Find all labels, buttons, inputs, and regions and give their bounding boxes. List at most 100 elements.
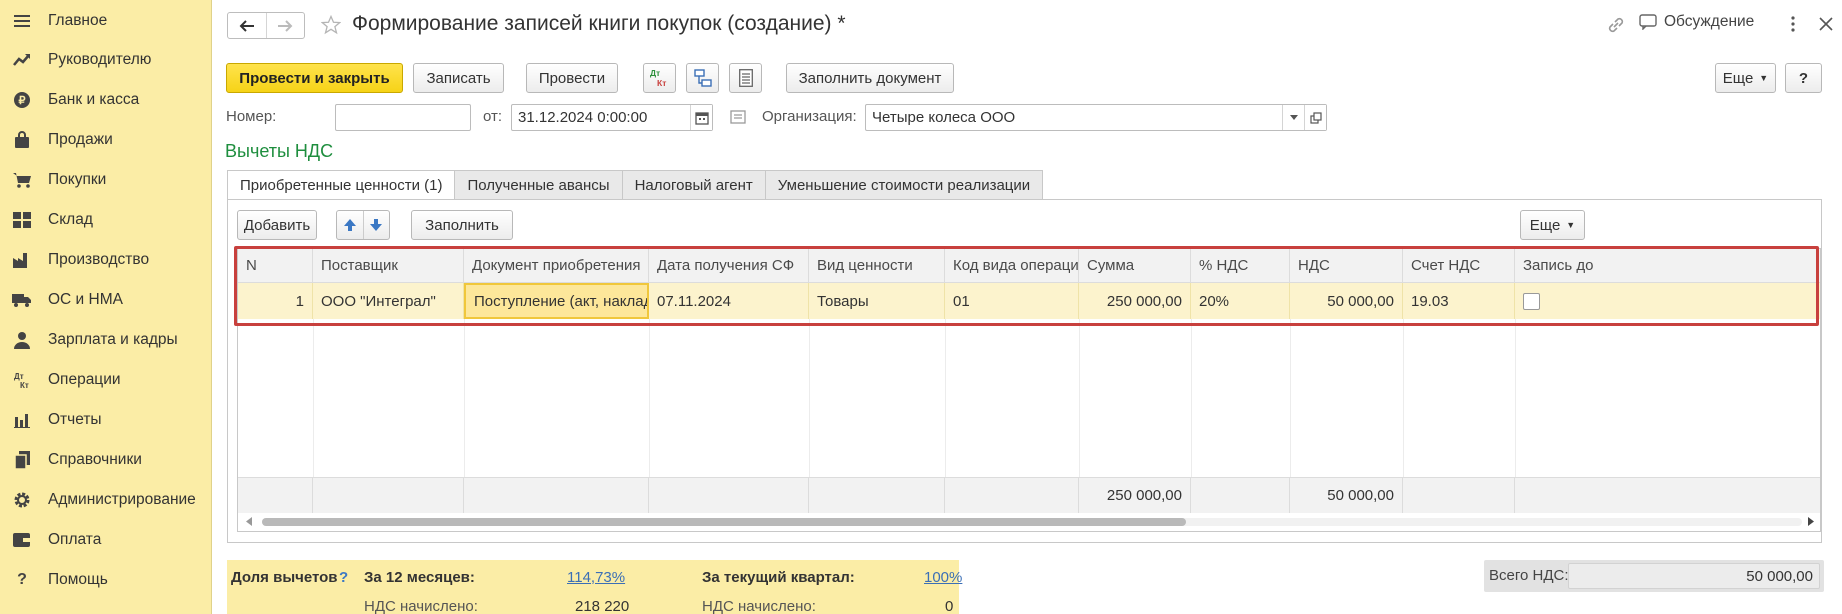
sidebar-item-sales[interactable]: Продажи	[0, 121, 212, 159]
structure-button[interactable]	[686, 63, 719, 93]
sidebar-item-salary[interactable]: Зарплата и кадры	[0, 321, 212, 359]
move-down-button[interactable]	[364, 211, 390, 239]
cell-invoice-date[interactable]: 07.11.2024	[649, 283, 809, 319]
months12-link[interactable]: 114,73%	[567, 569, 625, 586]
column-header[interactable]: N	[238, 249, 313, 282]
date-input[interactable]: 31.12.2024 0:00:00	[511, 104, 713, 131]
vat-charged-label-quarter: НДС начислено:	[702, 598, 816, 614]
column-divider	[464, 319, 465, 477]
table-row[interactable]: 1 ООО "Интеграл" Поступление (акт, накла…	[238, 283, 1820, 319]
sidebar-item-payment[interactable]: Оплата	[0, 521, 212, 559]
scroll-thumb[interactable]	[262, 518, 1186, 526]
sidebar-item-purchases[interactable]: Покупки	[0, 161, 212, 199]
help-button[interactable]: ?	[1785, 63, 1822, 93]
column-header[interactable]: НДС	[1290, 249, 1403, 282]
comment-icon[interactable]	[730, 110, 746, 128]
sidebar-item-warehouse[interactable]: Склад	[0, 201, 212, 239]
dt-kt-button[interactable]: Дт Кт	[643, 63, 676, 93]
chat-icon	[1639, 14, 1657, 30]
share-help-icon[interactable]: ?	[339, 569, 348, 586]
cell-supplier[interactable]: ООО "Интеграл"	[313, 283, 464, 319]
number-input[interactable]	[335, 104, 471, 131]
chevron-down-icon[interactable]	[1282, 105, 1304, 130]
date-value: 31.12.2024 0:00:00	[518, 109, 648, 126]
column-divider	[809, 319, 810, 477]
quarter-link[interactable]: 100%	[924, 569, 962, 586]
sidebar-item-reports[interactable]: Отчеты	[0, 401, 212, 439]
column-header[interactable]: Вид ценности	[809, 249, 945, 282]
post-button[interactable]: Провести	[526, 63, 618, 93]
tab-received-advances[interactable]: Полученные авансы	[455, 170, 623, 200]
more-vert-icon[interactable]	[1786, 13, 1800, 35]
post-and-close-button[interactable]: Провести и закрыть	[226, 63, 403, 93]
organization-value: Четыре колеса ООО	[872, 109, 1016, 126]
fill-table-button[interactable]: Заполнить	[411, 210, 513, 240]
footer-cell	[313, 478, 464, 513]
tab-purchased-values[interactable]: Приобретенные ценности (1)	[227, 170, 456, 200]
cell-vat[interactable]: 50 000,00	[1290, 283, 1403, 319]
sidebar-item-label: Производство	[48, 251, 150, 268]
column-header[interactable]: Сумма	[1079, 249, 1191, 282]
vat-charged-value-quarter: 0	[945, 598, 954, 614]
sidebar-item-manager[interactable]: Руководителю	[0, 41, 212, 79]
column-header[interactable]: Документ приобретения	[464, 249, 649, 282]
tab-tax-agent[interactable]: Налоговый агент	[622, 170, 766, 200]
discussion-label: Обсуждение	[1664, 13, 1755, 30]
scroll-left-icon[interactable]	[246, 517, 252, 526]
sidebar-item-directories[interactable]: Справочники	[0, 441, 212, 479]
record-checkbox[interactable]	[1523, 292, 1540, 310]
forward-button[interactable]	[265, 13, 305, 38]
cell-value-type[interactable]: Товары	[809, 283, 945, 319]
vat-charged-label-12m: НДС начислено:	[364, 598, 478, 614]
calendar-icon[interactable]	[690, 105, 712, 130]
sidebar-item-fixed-assets[interactable]: ОС и НМА	[0, 281, 212, 319]
column-header[interactable]: % НДС	[1191, 249, 1290, 282]
sidebar-item-main[interactable]: Главное	[0, 2, 212, 40]
sidebar-item-production[interactable]: Производство	[0, 241, 212, 279]
sidebar-item-help[interactable]: ? Помощь	[0, 561, 212, 599]
organization-select[interactable]: Четыре колеса ООО	[865, 104, 1327, 131]
discussion-button[interactable]: Обсуждение	[1639, 13, 1754, 31]
footer-sum-total: 250 000,00	[1079, 478, 1191, 513]
more-button[interactable]: Еще ▼	[1715, 63, 1776, 93]
cell-vat-account[interactable]: 19.03	[1403, 283, 1515, 319]
cell-vat-rate[interactable]: 20%	[1191, 283, 1290, 319]
fill-document-button[interactable]: Заполнить документ	[786, 63, 954, 93]
cell-purchase-document[interactable]: Поступление (акт, наклад...	[464, 283, 649, 319]
sidebar-item-label: Продажи	[48, 131, 113, 148]
link-icon[interactable]	[1605, 14, 1627, 36]
sidebar-item-admin[interactable]: Администрирование	[0, 481, 212, 519]
move-up-button[interactable]	[337, 211, 364, 239]
tab-sales-cost-reduction[interactable]: Уменьшение стоимости реализации	[765, 170, 1044, 200]
sidebar-item-bank[interactable]: ₽ Банк и касса	[0, 81, 212, 119]
deduction-share-panel: Доля вычетов ? За 12 месяцев: 114,73% За…	[227, 560, 962, 614]
cell-operation-code[interactable]: 01	[945, 283, 1079, 319]
dt-kt-icon: Дт Кт	[650, 68, 666, 88]
sidebar-item-label: Склад	[48, 211, 93, 228]
column-header[interactable]: Запись до	[1515, 249, 1595, 282]
number-label: Номер:	[226, 108, 277, 125]
column-header[interactable]: Поставщик	[313, 249, 464, 282]
list-report-button[interactable]	[729, 63, 762, 93]
scroll-right-icon[interactable]	[1808, 517, 1814, 526]
column-divider	[649, 319, 650, 477]
svg-text:Дт: Дт	[650, 68, 660, 78]
sidebar-item-label: Главное	[48, 12, 108, 29]
sidebar: Главное Руководителю ₽ Банк и касса Прод…	[0, 0, 212, 614]
back-button[interactable]	[228, 13, 266, 38]
cell-amount[interactable]: 250 000,00	[1079, 283, 1191, 319]
table-more-label: Еще	[1529, 216, 1561, 234]
table-more-button[interactable]: Еще ▼	[1520, 210, 1585, 240]
nav-group	[227, 12, 305, 39]
column-header[interactable]: Код вида операции	[945, 249, 1079, 282]
sidebar-item-operations[interactable]: Дт Кт Операции	[0, 361, 212, 399]
favorite-star-icon[interactable]	[319, 12, 343, 38]
close-icon[interactable]	[1816, 13, 1836, 35]
add-row-button[interactable]: Добавить	[237, 210, 317, 240]
cell-number[interactable]: 1	[238, 283, 313, 319]
horizontal-scrollbar[interactable]	[238, 513, 1820, 531]
column-header[interactable]: Счет НДС	[1403, 249, 1515, 282]
column-header[interactable]: Дата получения СФ	[649, 249, 809, 282]
open-icon[interactable]	[1304, 105, 1326, 130]
save-button[interactable]: Записать	[413, 63, 504, 93]
